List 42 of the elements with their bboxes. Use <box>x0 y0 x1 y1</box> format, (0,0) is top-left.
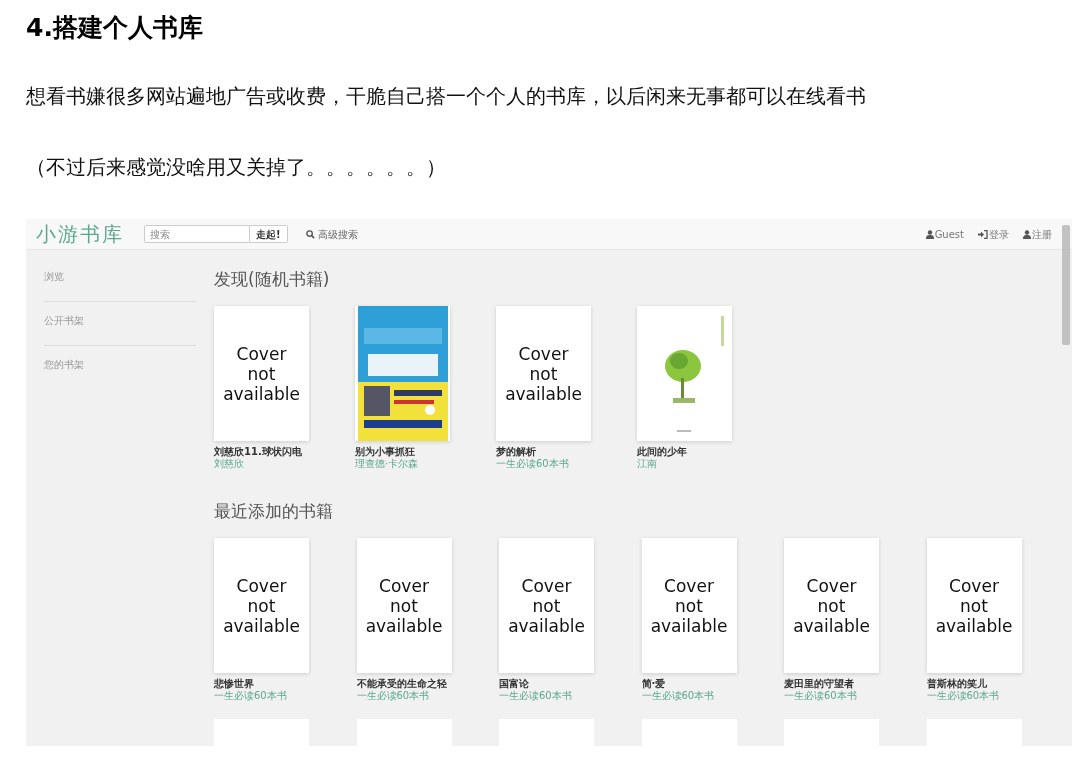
user-icon <box>925 229 934 239</box>
article-paragraph: 想看书嫌很多网站遍地广告或收费，干脆自己搭一个个人的书库，以后闲来无事都可以在线看书 <box>26 83 867 110</box>
search-icon <box>305 229 315 239</box>
nav-link[interactable]: 注册 <box>1023 226 1052 242</box>
book-title[interactable]: 别为小事抓狂 <box>355 445 450 458</box>
scrollbar[interactable] <box>1062 225 1070 345</box>
cover-placeholder-text: Cover not available <box>508 575 585 636</box>
search-button[interactable]: 走起! <box>250 225 288 243</box>
book-cover[interactable]: Cover not available <box>214 538 309 673</box>
cover-placeholder-text: Cover not available <box>505 343 582 404</box>
book-title[interactable]: 此间的少年 <box>637 445 732 458</box>
book-title[interactable]: 麦田里的守望者 <box>784 677 879 690</box>
advanced-search-link[interactable]: 高级搜索 <box>305 226 358 242</box>
search-field[interactable]: 搜索 <box>144 225 250 243</box>
book-title[interactable]: 国富论 <box>499 677 594 690</box>
book-title[interactable]: 不能承受的生命之轻 <box>356 677 452 690</box>
book-title[interactable]: 梦的解析 <box>496 445 591 458</box>
cover-placeholder-text: Cover not available <box>223 343 300 404</box>
nav-link[interactable]: Guest <box>925 226 964 242</box>
book-cover[interactable]: Cover not available <box>926 538 1022 673</box>
book-cover[interactable]: Cover not available <box>641 538 737 673</box>
sign-in-icon <box>978 229 988 239</box>
book-title[interactable]: 刘慈欣11.球状闪电 <box>214 445 309 458</box>
nav-link[interactable]: 登录 <box>978 226 1009 242</box>
book-cover[interactable]: Cover not available <box>356 538 452 673</box>
book-title[interactable]: 悲惨世界 <box>214 677 309 690</box>
book-cover[interactable]: Cover not available <box>214 306 309 441</box>
book-title[interactable]: 普斯林的笑儿 <box>926 677 1022 690</box>
cover-placeholder-text: Cover not available <box>793 575 870 636</box>
cover-placeholder-text: Cover not available <box>935 575 1013 636</box>
cover-placeholder-text: Cover not available <box>365 575 443 636</box>
book-cover[interactable]: Cover not available <box>784 538 879 673</box>
book-cover[interactable]: Cover not available <box>496 306 591 441</box>
section-heading: 最近添加的书籍 <box>214 500 334 522</box>
article-heading: 4.搭建个人书库 <box>26 12 204 44</box>
cover-placeholder-text: Cover not available <box>223 575 300 636</box>
section-heading: 发现(随机书籍) <box>214 268 331 290</box>
cover-placeholder-text: Cover not available <box>650 575 728 636</box>
book-cover[interactable]: Cover not available <box>499 538 594 673</box>
article-paragraph: （不过后来感觉没啥用又关掉了。。。。。。） <box>26 154 447 181</box>
user-icon <box>1023 229 1031 239</box>
book-title[interactable]: 简·爱 <box>641 677 737 690</box>
